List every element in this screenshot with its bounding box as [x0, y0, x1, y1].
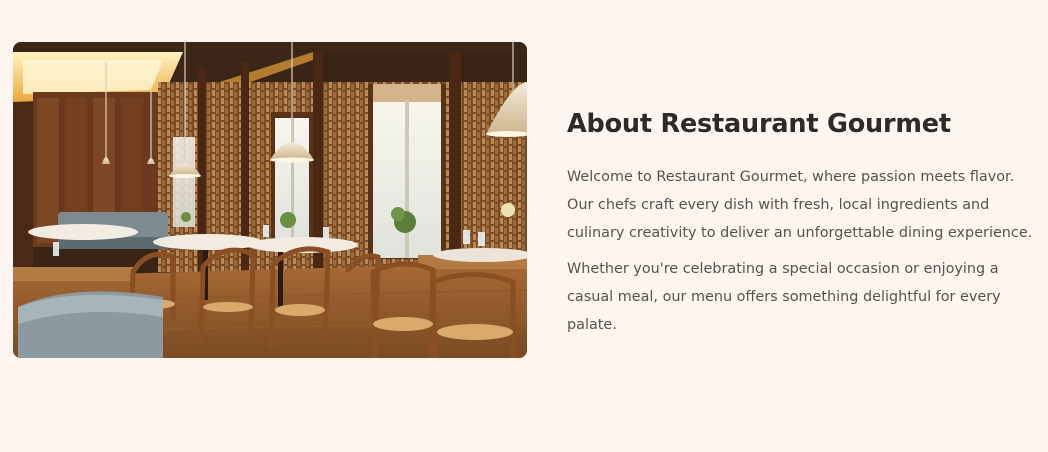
about-section: About Restaurant Gourmet Welcome to Rest…: [0, 0, 1048, 452]
about-paragraph-menu: Whether you're celebrating a special occ…: [567, 261, 1001, 333]
about-paragraph-welcome: Welcome to Restaurant Gourmet, where pas…: [567, 169, 1033, 241]
about-text: About Restaurant Gourmet Welcome to Rest…: [567, 104, 1037, 339]
restaurant-interior-photo: [13, 42, 527, 358]
about-title: About Restaurant Gourmet: [567, 109, 951, 139]
